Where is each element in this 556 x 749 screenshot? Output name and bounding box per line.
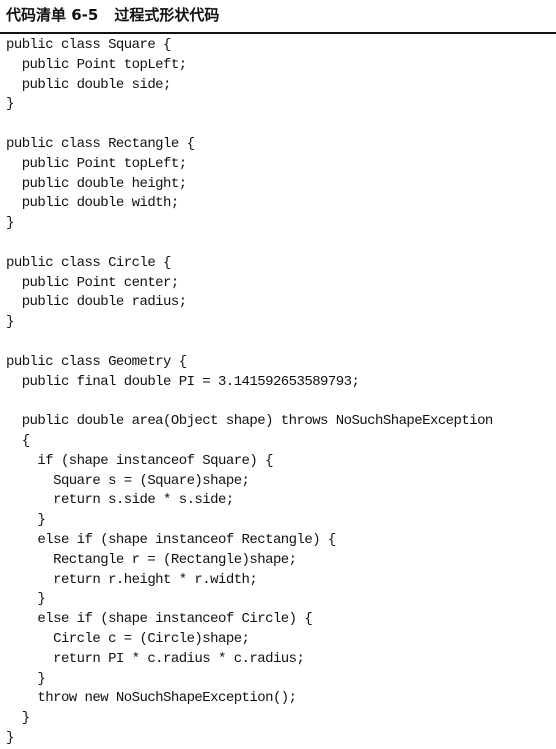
code-line: { — [6, 432, 30, 449]
code-line: return s.side * s.side; — [6, 492, 234, 509]
code-line: return PI * c.radius * c.radius; — [6, 650, 305, 667]
code-line: return r.height * r.width; — [6, 571, 258, 588]
code-line: } — [6, 729, 14, 746]
code-line: if (shape instanceof Square) { — [6, 452, 273, 469]
code-line: } — [6, 670, 46, 687]
listing-header: 代码清单 6-5 过程式形状代码 — [6, 4, 219, 26]
code-line: public double area(Object shape) throws … — [6, 413, 494, 430]
header-rule — [0, 32, 556, 34]
code-line: else if (shape instanceof Rectangle) { — [6, 531, 336, 548]
code-line: } — [6, 314, 14, 331]
code-line: public double radius; — [6, 294, 187, 311]
code-line: public class Rectangle { — [6, 135, 195, 152]
code-line: public double height; — [6, 175, 187, 192]
code-line: } — [6, 96, 14, 113]
code-line: } — [6, 591, 46, 608]
code-line: public double side; — [6, 76, 172, 93]
code-line: } — [6, 512, 46, 529]
code-line: public Point topLeft; — [6, 155, 187, 172]
code-line: } — [6, 710, 30, 727]
code-line: Rectangle r = (Rectangle)shape; — [6, 551, 297, 568]
code-line: public Point topLeft; — [6, 56, 187, 73]
code-line: throw new NoSuchShapeException(); — [6, 690, 297, 707]
code-line: Square s = (Square)shape; — [6, 472, 250, 489]
code-line: public double width; — [6, 195, 180, 212]
code-line: public class Circle { — [6, 254, 171, 271]
listing-title: 过程式形状代码 — [114, 6, 220, 24]
code-line: public Point center; — [6, 274, 180, 291]
code-line: } — [6, 215, 14, 232]
code-line: public class Square { — [6, 37, 171, 53]
code-line: public class Geometry { — [6, 353, 187, 370]
code-line: Circle c = (Circle)shape; — [6, 630, 250, 647]
code-line: else if (shape instanceof Circle) { — [6, 611, 313, 628]
code-block: public class Square { public Point topLe… — [6, 36, 493, 749]
code-line: public final double PI = 3.1415926535897… — [6, 373, 360, 390]
listing-number: 代码清单 6-5 — [6, 6, 99, 24]
